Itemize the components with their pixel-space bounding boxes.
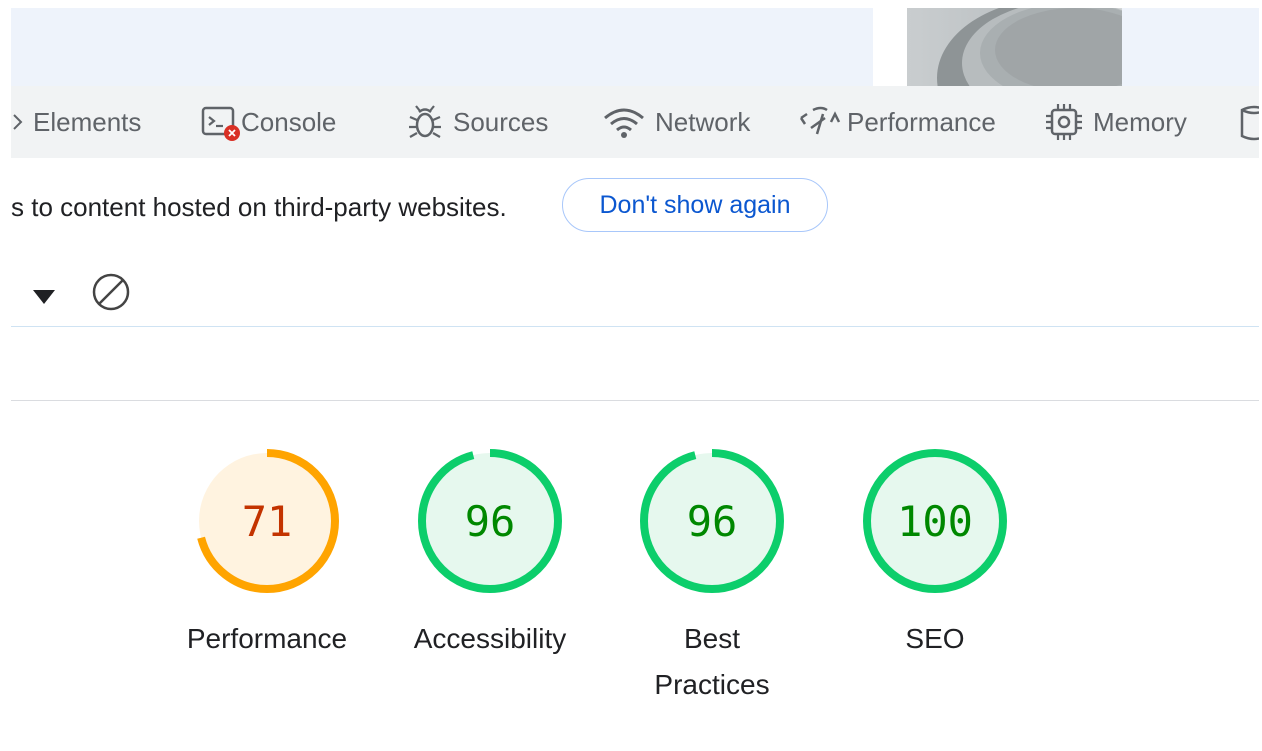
caret-down-icon[interactable]	[31, 288, 57, 311]
score-gauge-best-practices[interactable]: 96	[637, 446, 787, 596]
clear-console-icon[interactable]	[91, 272, 131, 317]
score-gauge-performance[interactable]: 71	[192, 446, 342, 596]
preview-gap	[873, 8, 907, 86]
dont-show-again-button[interactable]: Don't show again	[562, 178, 828, 232]
score-gauge-accessibility[interactable]: 96	[415, 446, 565, 596]
tab-memory[interactable]: Memory	[1043, 86, 1187, 158]
score-label: Best Practices	[654, 623, 770, 700]
tab-sources[interactable]: Sources	[405, 86, 548, 158]
wifi-icon	[601, 102, 647, 142]
score-value: 96	[464, 496, 516, 546]
page-preview	[11, 8, 1259, 86]
database-icon	[1239, 102, 1259, 142]
bug-icon	[405, 102, 445, 142]
score-label: SEO	[905, 623, 965, 654]
tab-console[interactable]: Console	[199, 86, 336, 158]
score-label: Accessibility	[413, 623, 567, 654]
tab-performance[interactable]: Performance	[797, 86, 996, 158]
tab-application[interactable]	[1239, 86, 1259, 158]
tab-label: Sources	[453, 106, 549, 137]
console-toolbar	[11, 258, 1259, 327]
tab-label: Console	[241, 106, 337, 137]
preview-image	[907, 8, 1122, 86]
console-icon	[199, 100, 243, 144]
devtools-tab-bar: Elements Console Sources Network Perform…	[11, 86, 1259, 158]
score-gauge-seo[interactable]: 100	[860, 446, 1010, 596]
tab-network[interactable]: Network	[601, 86, 750, 158]
chip-icon	[1043, 101, 1085, 143]
section-divider	[11, 400, 1259, 401]
score-value: 100	[897, 496, 973, 546]
third-party-info-text: s to content hosted on third-party websi…	[11, 192, 507, 222]
score-label: Performance	[186, 623, 348, 654]
tab-elements[interactable]: Elements	[11, 86, 141, 158]
tab-label: Performance	[847, 106, 996, 137]
speedometer-icon	[797, 104, 843, 140]
tab-label: Memory	[1093, 106, 1187, 137]
preview-background-right	[1122, 8, 1259, 86]
tab-label: Elements	[33, 106, 142, 137]
score-value: 96	[686, 496, 738, 546]
score-value: 71	[241, 496, 293, 546]
preview-background	[11, 8, 873, 86]
tab-label: Network	[655, 106, 751, 137]
chevron-right-icon	[11, 109, 25, 135]
